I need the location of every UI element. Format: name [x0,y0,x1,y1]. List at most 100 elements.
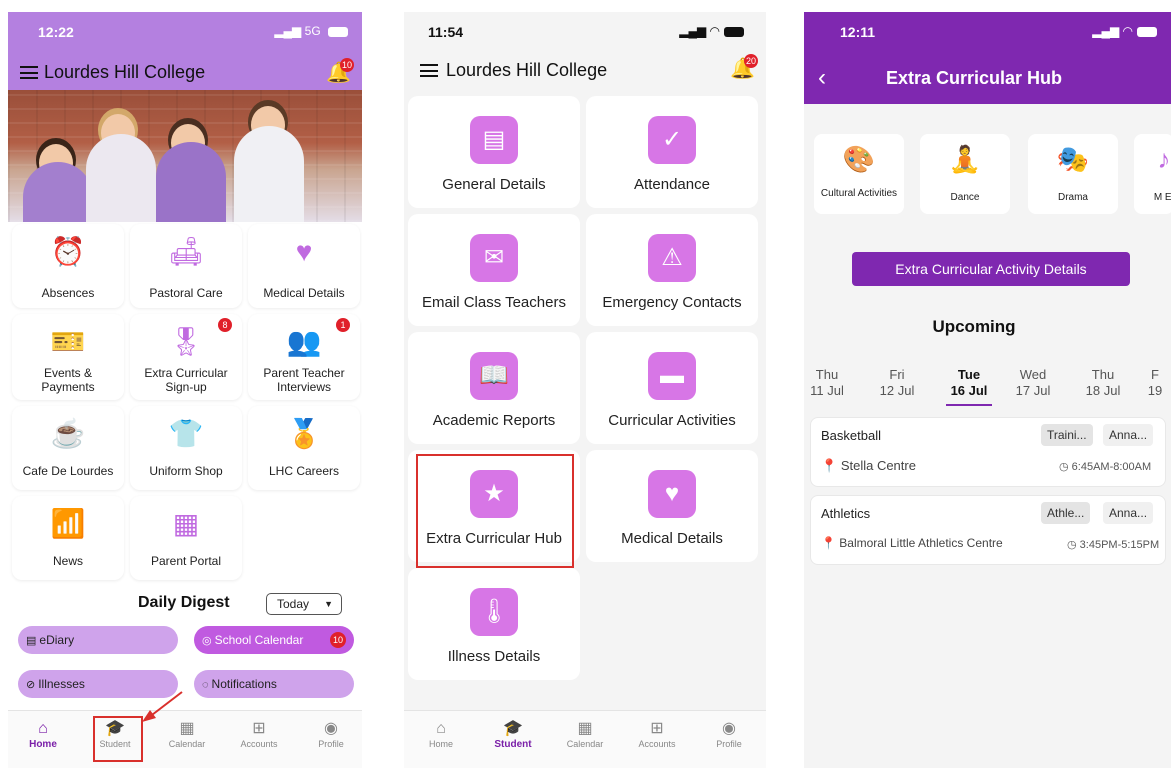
palette-icon: 🎨 [842,144,876,174]
tile-label: Extra Curricular Sign-up [144,366,228,394]
pill-label: Notifications [211,677,277,691]
meditation-icon: 🧘 [948,144,982,174]
tile-label: Cafe De Lourdes [22,464,114,478]
graduation-cap-icon: 🎓 [503,720,523,737]
tab-home[interactable]: ⌂ Home [406,719,476,749]
tile-attendance[interactable]: ✓ Attendance [586,96,758,208]
category-label: Dance [950,192,980,203]
network-label: 5G [304,24,321,38]
status-time: 12:22 [38,24,74,40]
tab-home[interactable]: ⌂ Home [8,719,78,750]
tile-news[interactable]: 📶 News [12,496,124,580]
menu-icon[interactable] [20,66,38,79]
tab-accounts[interactable]: ⊞ Accounts [622,719,692,749]
pill-ediary[interactable]: ▤ eDiary [18,626,178,654]
notification-count-badge: 10 [339,58,354,72]
tile-pastoral-care[interactable]: 🛋 Pastoral Care [130,224,242,308]
location-pin-icon: 📍 [821,536,836,550]
tile-academic-reports[interactable]: 📖 Academic Reports [408,332,580,444]
day-selector-item-selected[interactable]: Tue 16 Jul [946,367,992,399]
tile-lhc-careers[interactable]: 🏅 LHC Careers [248,406,360,490]
day-selector-item[interactable]: Thu 11 Jul [804,367,850,399]
ribbon-icon: 🎖 [168,326,204,357]
day-of-week: Thu [815,367,839,382]
notifications-bell-icon[interactable]: 🔔 20 [730,54,758,80]
tile-absences[interactable]: ⏰ Absences [12,224,124,308]
day-selector-item[interactable]: F 19 [1140,367,1170,399]
status-icons: ▂▄▆ ◠ [1092,24,1157,38]
grid-icon: ⊞ [650,720,664,737]
day-selector-item[interactable]: Thu 18 Jul [1080,367,1126,399]
selected-day-underline [946,404,992,406]
digest-filter-select[interactable]: Today ▼ [266,593,342,615]
tab-profile[interactable]: ◉ Profile [296,719,362,749]
id-card-icon: ▤ [470,116,518,164]
clipboard-check-icon: ✓ [648,116,696,164]
menu-icon[interactable] [420,64,438,77]
tile-medical-details[interactable]: ♥ Medical Details [586,450,758,562]
day-selector-item[interactable]: Wed 17 Jul [1010,367,1056,399]
tab-label: Home [428,739,453,749]
tab-label: Calendar [168,739,206,749]
pill-notifications[interactable]: ◌ Notifications [194,670,354,698]
day-selector-item[interactable]: Fri 12 Jul [874,367,920,399]
tab-profile[interactable]: ◉ Profile [694,719,764,749]
tile-emergency-contacts[interactable]: ⚠ Emergency Contacts [586,214,758,326]
tab-calendar[interactable]: ▦ Calendar [550,719,620,749]
day-of-week: F [1151,367,1159,382]
pill-capsule-icon: ⊘ [26,679,36,691]
red-arrow-annotation [142,691,183,722]
people-icon: 👥 [286,326,322,357]
tab-student[interactable]: 🎓 Student [478,719,548,750]
tile-events-payments[interactable]: 🎫 Events & Payments [12,314,124,400]
tile-badge: 8 [218,318,232,332]
tile-label: Email Class Teachers [422,294,566,311]
event-time: ◷ 6:45AM-8:00AM [1059,460,1151,473]
tile-cafe-de-lourdes[interactable]: ☕ Cafe De Lourdes [12,406,124,490]
book-icon: ▬ [648,352,696,400]
app-header: Lourdes Hill College 🔔 10 [8,56,362,90]
tile-label: Pastoral Care [149,286,223,300]
category-cultural-activities[interactable]: 🎨 Cultural Activities [814,134,904,214]
alarm-clock-icon: ⏰ [50,236,86,267]
signal-icon: ▂▄▆ [274,24,302,38]
status-time: 11:54 [428,24,464,40]
tile-curricular-activities[interactable]: ▬ Curricular Activities [586,332,758,444]
category-music-ensemble[interactable]: ♪ M Ens [1134,134,1171,214]
siren-icon: ⚠ [648,234,696,282]
category-drama[interactable]: 🎭 Drama [1028,134,1118,214]
envelope-icon: ✉ [470,234,518,282]
event-time: ◷ 3:45PM-5:15PM [1067,538,1159,551]
rss-icon: 📶 [50,508,86,539]
category-label: M Ens [1153,192,1171,203]
event-card[interactable]: Athletics Athle... Anna... 📍 Balmoral Li… [810,495,1166,565]
tile-general-details[interactable]: ▤ General Details [408,96,580,208]
tile-extra-curricular-signup[interactable]: 🎖 8 Extra Curricular Sign-up [130,314,242,400]
tile-uniform-shop[interactable]: 👕 Uniform Shop [130,406,242,490]
activity-details-button[interactable]: Extra Curricular Activity Details [852,252,1130,286]
event-card[interactable]: Basketball Traini... Anna... 📍 Stella Ce… [810,417,1166,487]
profile-icon: ◉ [324,720,338,737]
badge-icon: 🏅 [286,418,322,449]
day-of-week: Thu [1091,367,1115,382]
tile-medical-details[interactable]: ♥ Medical Details [248,224,360,308]
tile-illness-details[interactable]: 🌡 Illness Details [408,568,580,680]
tile-label: Uniform Shop [149,464,223,478]
tile-label: Medical Details [621,530,723,547]
daily-digest-title: Daily Digest [138,594,230,611]
pill-label: Illnesses [38,677,85,691]
tile-parent-portal[interactable]: ▦ Parent Portal [130,496,242,580]
category-dance[interactable]: 🧘 Dance [920,134,1010,214]
tile-parent-teacher-interviews[interactable]: 👥 1 Parent Teacher Interviews [248,314,360,400]
event-person-tag: Anna... [1103,424,1154,446]
pill-school-calendar[interactable]: ◎ School Calendar 10 [194,626,354,654]
tile-label: News [52,554,83,568]
tab-accounts[interactable]: ⊞ Accounts [224,719,294,749]
tile-email-class-teachers[interactable]: ✉ Email Class Teachers [408,214,580,326]
event-person-tag: Anna... [1103,502,1154,524]
notifications-bell-icon[interactable]: 🔔 10 [326,58,354,84]
tab-label: Student [494,739,532,750]
tile-label: Parent Teacher Interviews [263,366,345,394]
ticket-icon: 🎫 [50,326,86,357]
heart-icon: ♥ [295,236,313,267]
